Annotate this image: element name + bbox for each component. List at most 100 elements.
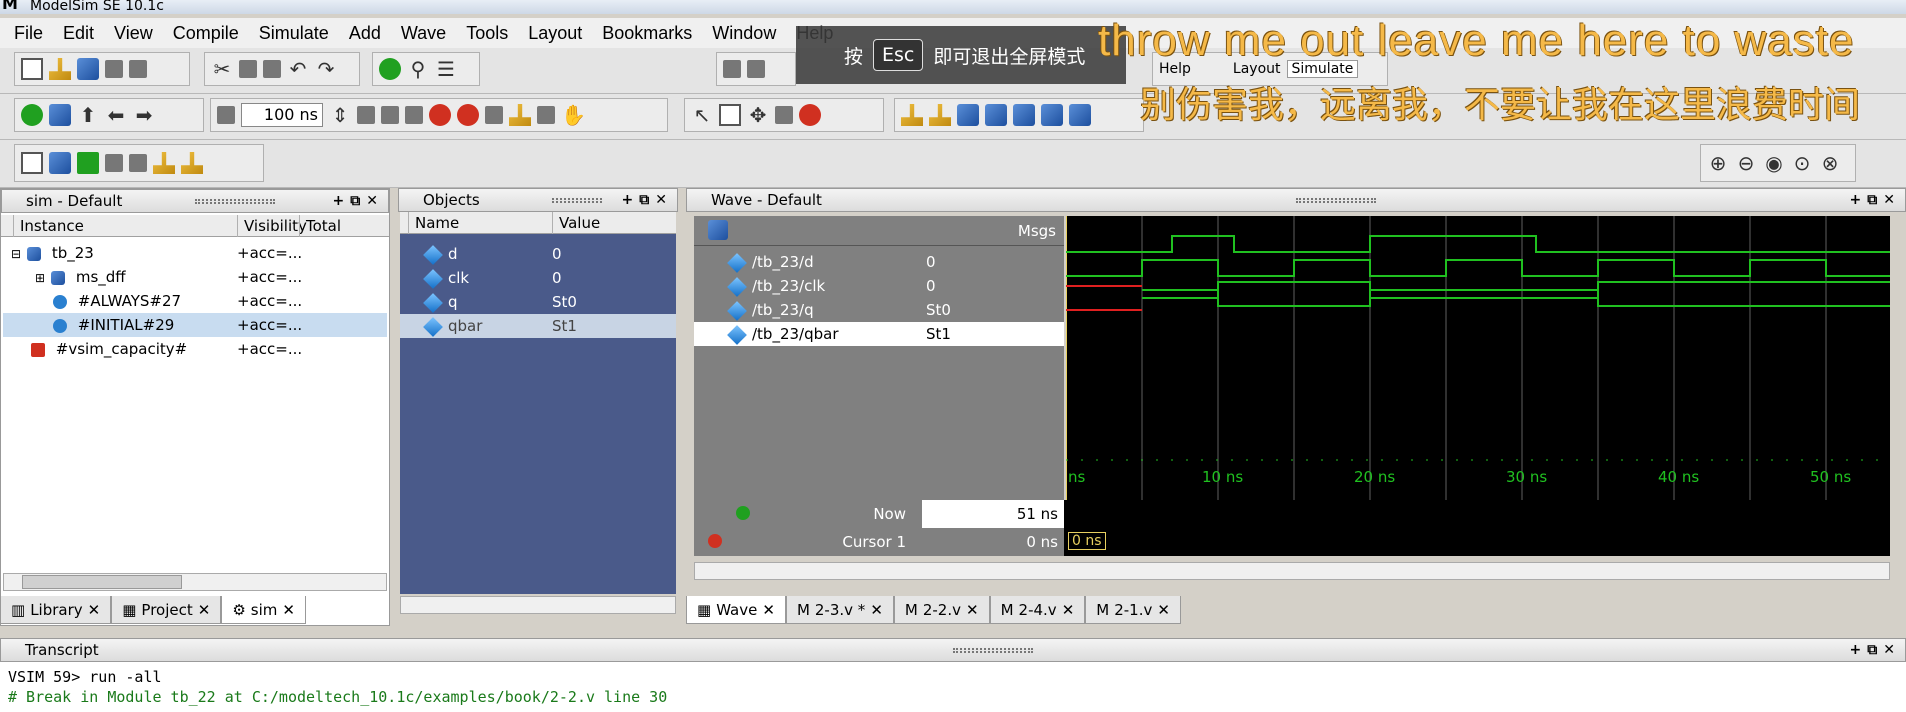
new-file-icon[interactable] [21, 58, 43, 80]
cut-icon[interactable]: ✂ [211, 58, 233, 80]
transcript-body[interactable]: VSIM 59> run -all # Break in Module tb_2… [0, 662, 1906, 712]
tab-wave[interactable]: ▦ Wave ✕ [686, 596, 786, 624]
zoom-box-icon[interactable] [719, 104, 741, 126]
run-icon[interactable] [357, 106, 375, 124]
zoom-in-icon[interactable]: ⊕ [1707, 152, 1729, 174]
panel-grip[interactable] [195, 199, 275, 204]
tab-2-1-v[interactable]: M 2-1.v ✕ [1085, 596, 1181, 624]
close-icon[interactable]: ✕ [1157, 601, 1170, 619]
find-edge-icon-5[interactable] [1013, 104, 1035, 126]
wave-pen-icon[interactable] [747, 60, 765, 78]
wave-format-icon-4[interactable] [105, 154, 123, 172]
step-over-icon[interactable] [509, 104, 531, 126]
menu-wave[interactable]: Wave [391, 23, 456, 44]
zoom-cursor-icon[interactable]: ⊙ [1791, 152, 1813, 174]
step-icon[interactable] [485, 106, 503, 124]
panel-window-buttons[interactable]: +⧉✕ [333, 190, 384, 212]
find-edge-icon-2[interactable] [929, 104, 951, 126]
close-icon[interactable]: ✕ [762, 601, 775, 619]
tree-row-initial[interactable]: #INITIAL#29 +acc=... [3, 313, 387, 337]
paste-icon[interactable] [263, 60, 281, 78]
menu-view[interactable]: View [104, 23, 163, 44]
run-all-icon[interactable] [405, 106, 423, 124]
tree-row-ms-dff[interactable]: ⊞ ms_dff +acc=... [35, 265, 389, 289]
col-visibility[interactable]: Visibility [237, 215, 307, 237]
continue-icon[interactable] [381, 106, 399, 124]
compile-all-icon[interactable] [49, 104, 71, 126]
add-icon[interactable] [379, 58, 401, 80]
tab-2-3-v[interactable]: M 2-3.v * ✕ [785, 596, 894, 624]
menu-add[interactable]: Add [339, 23, 391, 44]
up-arrow-icon[interactable]: ⬆ [77, 104, 99, 126]
break-icon[interactable] [429, 104, 451, 126]
structure-icon[interactable]: ☰ [435, 58, 457, 80]
col-value[interactable]: Value [552, 212, 676, 234]
wave-format-icon-3[interactable] [77, 152, 99, 174]
zoom-full-icon[interactable]: ◉ [1763, 152, 1785, 174]
back-arrow-icon[interactable]: ⬅ [105, 104, 127, 126]
delete-cursor-icon[interactable] [708, 534, 722, 548]
wave-group-icon[interactable] [708, 220, 728, 240]
menu-compile[interactable]: Compile [163, 23, 249, 44]
wave-signal-q[interactable]: /tb_23/q [694, 298, 922, 322]
wave-signal-clk[interactable]: /tb_23/clk [694, 274, 922, 298]
menu-window[interactable]: Window [702, 23, 786, 44]
find-edge-icon-7[interactable] [1069, 104, 1091, 126]
panel-window-buttons[interactable]: +⧉✕ [1850, 189, 1901, 211]
menu-edit[interactable]: Edit [53, 23, 104, 44]
select-cursor-icon[interactable]: ↖ [691, 104, 713, 126]
run-length-spinner-icon[interactable]: ⇕ [329, 104, 351, 126]
object-row-d[interactable]: d0 [400, 242, 676, 266]
wave-format-icon-5[interactable] [129, 154, 147, 172]
restart-icon[interactable] [217, 106, 235, 124]
forward-arrow-icon[interactable]: ➡ [133, 104, 155, 126]
close-icon[interactable]: ✕ [966, 601, 979, 619]
redo-icon[interactable]: ↷ [315, 58, 337, 80]
tree-row-tb23[interactable]: ⊟ tb_23 +acc=... [11, 241, 389, 265]
wave-signal-qbar[interactable]: /tb_23/qbar [694, 322, 922, 346]
stop-icon[interactable] [457, 104, 479, 126]
menu-simulate[interactable]: Simulate [249, 23, 339, 44]
tab-sim[interactable]: ⚙ sim ✕ [221, 596, 306, 624]
wave-format-icon-1[interactable] [21, 152, 43, 174]
menu-file[interactable]: File [4, 23, 53, 44]
find-edge-icon-1[interactable] [901, 104, 923, 126]
zoom-range-icon[interactable]: ⊗ [1819, 152, 1841, 174]
col-name[interactable]: Name [408, 212, 552, 234]
compile-icon[interactable] [21, 104, 43, 126]
panel-window-buttons[interactable]: +⧉✕ [622, 189, 673, 211]
wave-hscrollbar[interactable] [694, 562, 1890, 580]
add-cursor-icon[interactable] [736, 506, 750, 520]
refresh-icon[interactable] [105, 60, 123, 78]
open-folder-icon[interactable] [49, 58, 71, 80]
pan-icon[interactable]: ✥ [747, 104, 769, 126]
panel-grip[interactable] [1296, 198, 1376, 203]
find-edge-icon-6[interactable] [1041, 104, 1063, 126]
object-row-clk[interactable]: clk 0 [400, 266, 676, 290]
close-icon[interactable]: ✕ [870, 601, 883, 619]
panel-grip[interactable] [953, 648, 1033, 653]
close-icon[interactable]: ✕ [198, 601, 211, 619]
menu-layout[interactable]: Layout [518, 23, 592, 44]
edit-mode-icon[interactable] [775, 106, 793, 124]
print-icon[interactable] [129, 60, 147, 78]
find-icon[interactable]: ⚲ [407, 58, 429, 80]
wave-signal-d[interactable]: /tb_23/d [694, 250, 922, 274]
menu-tools[interactable]: Tools [456, 23, 518, 44]
step-out-icon[interactable] [537, 106, 555, 124]
menu-bookmarks[interactable]: Bookmarks [592, 23, 702, 44]
wave-format-icon-2[interactable] [49, 152, 71, 174]
close-icon[interactable]: ✕ [282, 601, 295, 619]
tab-project[interactable]: ▦ Project ✕ [111, 596, 222, 624]
tab-library[interactable]: ▥ Library ✕ [0, 596, 112, 624]
col-instance[interactable]: Instance [13, 215, 237, 237]
find-edge-icon-4[interactable] [985, 104, 1007, 126]
tab-2-2-v[interactable]: M 2-2.v ✕ [893, 596, 990, 624]
dataflow-icon[interactable] [799, 104, 821, 126]
objects-hscrollbar[interactable] [400, 596, 676, 614]
save-icon[interactable] [77, 58, 99, 80]
object-row-q[interactable]: q St0 [400, 290, 676, 314]
close-icon[interactable]: ✕ [1062, 601, 1075, 619]
run-length-input[interactable]: 100 ns [241, 103, 323, 127]
find-edge-icon-3[interactable] [957, 104, 979, 126]
